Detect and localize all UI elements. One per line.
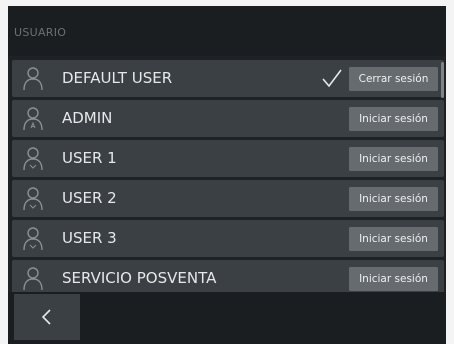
user-name: USER 3 (62, 229, 117, 247)
user-row-default-user: DEFAULT USER Cerrar sesión (12, 60, 444, 97)
header: USUARIO (8, 6, 446, 56)
user-row-servicio-posventa: SERVICIO POSVENTA Iniciar sesión (12, 260, 444, 294)
footer (8, 292, 446, 344)
user-name: DEFAULT USER (62, 69, 173, 87)
user-icon (23, 267, 43, 291)
checkmark-icon (322, 69, 342, 88)
user-list: DEFAULT USER Cerrar sesión ADMIN Iniciar… (12, 60, 444, 294)
user-name: SERVICIO POSVENTA (62, 269, 217, 287)
user-name: USER 1 (62, 149, 117, 167)
login-button[interactable]: Iniciar sesión (349, 227, 438, 251)
page-title: USUARIO (14, 26, 67, 39)
login-button[interactable]: Iniciar sesión (349, 187, 438, 211)
scrollbar[interactable] (441, 62, 444, 98)
user-row-user-2: USER 2 Iniciar sesión (12, 180, 444, 217)
user-icon (23, 227, 43, 251)
user-icon (23, 67, 43, 91)
back-button[interactable] (14, 294, 80, 340)
user-row-user-3: USER 3 Iniciar sesión (12, 220, 444, 257)
login-button[interactable]: Iniciar sesión (349, 267, 438, 291)
user-row-user-1: USER 1 Iniciar sesión (12, 140, 444, 177)
login-button[interactable]: Iniciar sesión (349, 107, 438, 131)
user-name: USER 2 (62, 189, 117, 207)
user-selection-screen: USUARIO DEFAULT USER Cerrar sesión ADMIN… (8, 6, 446, 344)
chevron-left-icon (41, 309, 51, 325)
user-icon (23, 107, 43, 131)
user-row-admin: ADMIN Iniciar sesión (12, 100, 444, 137)
logout-button[interactable]: Cerrar sesión (349, 67, 438, 91)
login-button[interactable]: Iniciar sesión (349, 147, 438, 171)
user-name: ADMIN (62, 109, 113, 127)
user-icon (23, 147, 43, 171)
user-icon (23, 187, 43, 211)
